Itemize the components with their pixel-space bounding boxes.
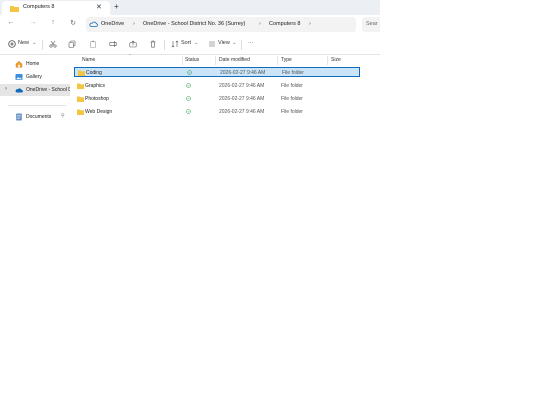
divider — [42, 40, 43, 50]
file-name: Graphics — [85, 83, 106, 89]
delete-icon[interactable] — [149, 40, 157, 48]
file-type: File folder — [281, 83, 303, 89]
back-button[interactable]: ← — [6, 19, 16, 26]
sort-indicator-icon: ⌃ — [128, 53, 132, 58]
pin-icon[interactable]: ⚲ — [61, 113, 65, 119]
title-bar: Computers 8 ✕ + — [0, 0, 380, 15]
table-row[interactable]: Coding 2026-02-27 9:46 AM File folder — [74, 67, 360, 77]
sidebar-item-label: Documents — [26, 114, 52, 120]
sidebar-item-onedrive-school[interactable]: › OneDrive - School District No. 36 (Sur… — [0, 84, 70, 96]
cut-icon[interactable] — [49, 40, 57, 48]
tab-title: Computers 8 — [23, 4, 55, 10]
column-header-status[interactable]: Status — [185, 57, 199, 63]
synced-check-icon — [186, 96, 191, 101]
navigation-bar: ← → ↑ ↻ OneDrive › OneDrive - School Dis… — [0, 15, 380, 34]
column-divider[interactable] — [215, 56, 216, 65]
file-name: Photoshop — [85, 96, 109, 102]
expand-chevron-icon[interactable]: › — [5, 86, 7, 92]
file-name: Coding — [86, 70, 102, 76]
file-explorer-window: Computers 8 ✕ + ← → ↑ ↻ OneDrive › OneDr… — [0, 0, 380, 122]
new-icon — [8, 40, 16, 48]
cloud-icon — [89, 21, 98, 27]
file-list: Name ⌃ Status Date modified Type Size Co… — [72, 53, 380, 122]
breadcrumb-computers-8[interactable]: Computers 8 — [269, 21, 301, 27]
gallery-icon — [15, 74, 23, 80]
synced-check-icon — [186, 83, 191, 88]
column-header-type[interactable]: Type — [281, 57, 292, 63]
sidebar-item-label: Gallery — [26, 74, 42, 80]
folder-icon — [77, 96, 84, 102]
folder-icon — [77, 109, 84, 115]
refresh-button[interactable]: ↻ — [68, 19, 78, 27]
column-header-date-modified[interactable]: Date modified — [219, 57, 250, 63]
folder-icon — [10, 6, 19, 12]
divider — [241, 40, 242, 50]
rename-icon[interactable] — [109, 40, 117, 48]
search-box[interactable]: Sear — [362, 17, 380, 32]
breadcrumb-onedrive[interactable]: OneDrive — [101, 21, 124, 27]
sidebar-item-label: Home — [26, 61, 40, 67]
forward-button[interactable]: → — [28, 19, 38, 26]
file-type: File folder — [282, 70, 304, 76]
column-header-size[interactable]: Size — [331, 57, 341, 63]
breadcrumb-school-district[interactable]: OneDrive - School District No. 36 (Surre… — [143, 21, 245, 27]
new-tab-button[interactable]: + — [114, 2, 119, 11]
copy-icon[interactable] — [68, 40, 76, 48]
folder-icon — [78, 70, 85, 76]
table-row[interactable]: Photoshop 2026-02-27 9:46 AM File folder — [74, 94, 360, 104]
file-date-modified: 2026-02-27 9:46 AM — [219, 96, 265, 102]
synced-check-icon — [187, 70, 192, 75]
sidebar-item-gallery[interactable]: Gallery — [0, 71, 70, 83]
file-date-modified: 2026-02-27 9:46 AM — [219, 109, 265, 115]
navigation-pane: Home Gallery › OneDrive - School Distric… — [0, 55, 70, 122]
column-divider[interactable] — [182, 56, 183, 65]
sidebar-item-label: OneDrive - School District No. 36 (Surre… — [26, 87, 70, 93]
address-bar[interactable]: OneDrive › OneDrive - School District No… — [86, 17, 356, 32]
chevron-down-icon[interactable]: ⌄ — [194, 40, 199, 46]
close-tab-icon[interactable]: ✕ — [96, 3, 102, 11]
table-row[interactable]: Web Design 2026-02-27 9:46 AM File folde… — [74, 107, 360, 117]
file-date-modified: 2026-02-27 9:46 AM — [220, 70, 266, 76]
file-name: Web Design — [85, 109, 113, 115]
cloud-icon — [15, 88, 23, 93]
file-type: File folder — [281, 96, 303, 102]
table-row[interactable]: Graphics 2026-02-27 9:46 AM File folder — [74, 81, 360, 91]
share-icon[interactable] — [129, 40, 137, 48]
file-date-modified: 2026-02-27 9:46 AM — [219, 83, 265, 89]
file-type: File folder — [281, 109, 303, 115]
chevron-down-icon[interactable]: ⌄ — [232, 40, 237, 46]
search-placeholder: Sear — [366, 21, 378, 27]
view-button[interactable]: View — [218, 40, 230, 46]
up-button[interactable]: ↑ — [48, 19, 58, 26]
documents-icon — [16, 113, 22, 121]
sidebar-item-documents[interactable]: Documents ⚲ — [0, 111, 70, 122]
home-icon — [15, 60, 23, 68]
sort-icon — [171, 40, 179, 48]
breadcrumb-separator[interactable]: › — [309, 21, 311, 27]
tab-computers-8[interactable]: Computers 8 ✕ — [2, 1, 110, 15]
column-divider[interactable] — [327, 56, 328, 65]
synced-check-icon — [186, 109, 191, 114]
view-icon — [209, 41, 215, 47]
more-options-button[interactable]: ··· — [248, 40, 254, 46]
chevron-down-icon[interactable]: ⌄ — [32, 40, 37, 46]
sort-button[interactable]: Sort — [181, 40, 191, 46]
column-header-name[interactable]: Name — [82, 57, 95, 63]
divider — [8, 105, 66, 106]
sidebar-item-home[interactable]: Home — [0, 58, 70, 70]
folder-icon — [77, 83, 84, 89]
new-button[interactable]: New — [18, 40, 29, 46]
command-bar: New ⌄ Sort ⌄ View ⌄ ··· — [0, 36, 380, 55]
breadcrumb-separator[interactable]: › — [259, 21, 261, 27]
paste-icon[interactable] — [89, 40, 97, 48]
breadcrumb-separator[interactable]: › — [133, 21, 135, 27]
divider — [164, 40, 165, 50]
column-divider[interactable] — [277, 56, 278, 65]
